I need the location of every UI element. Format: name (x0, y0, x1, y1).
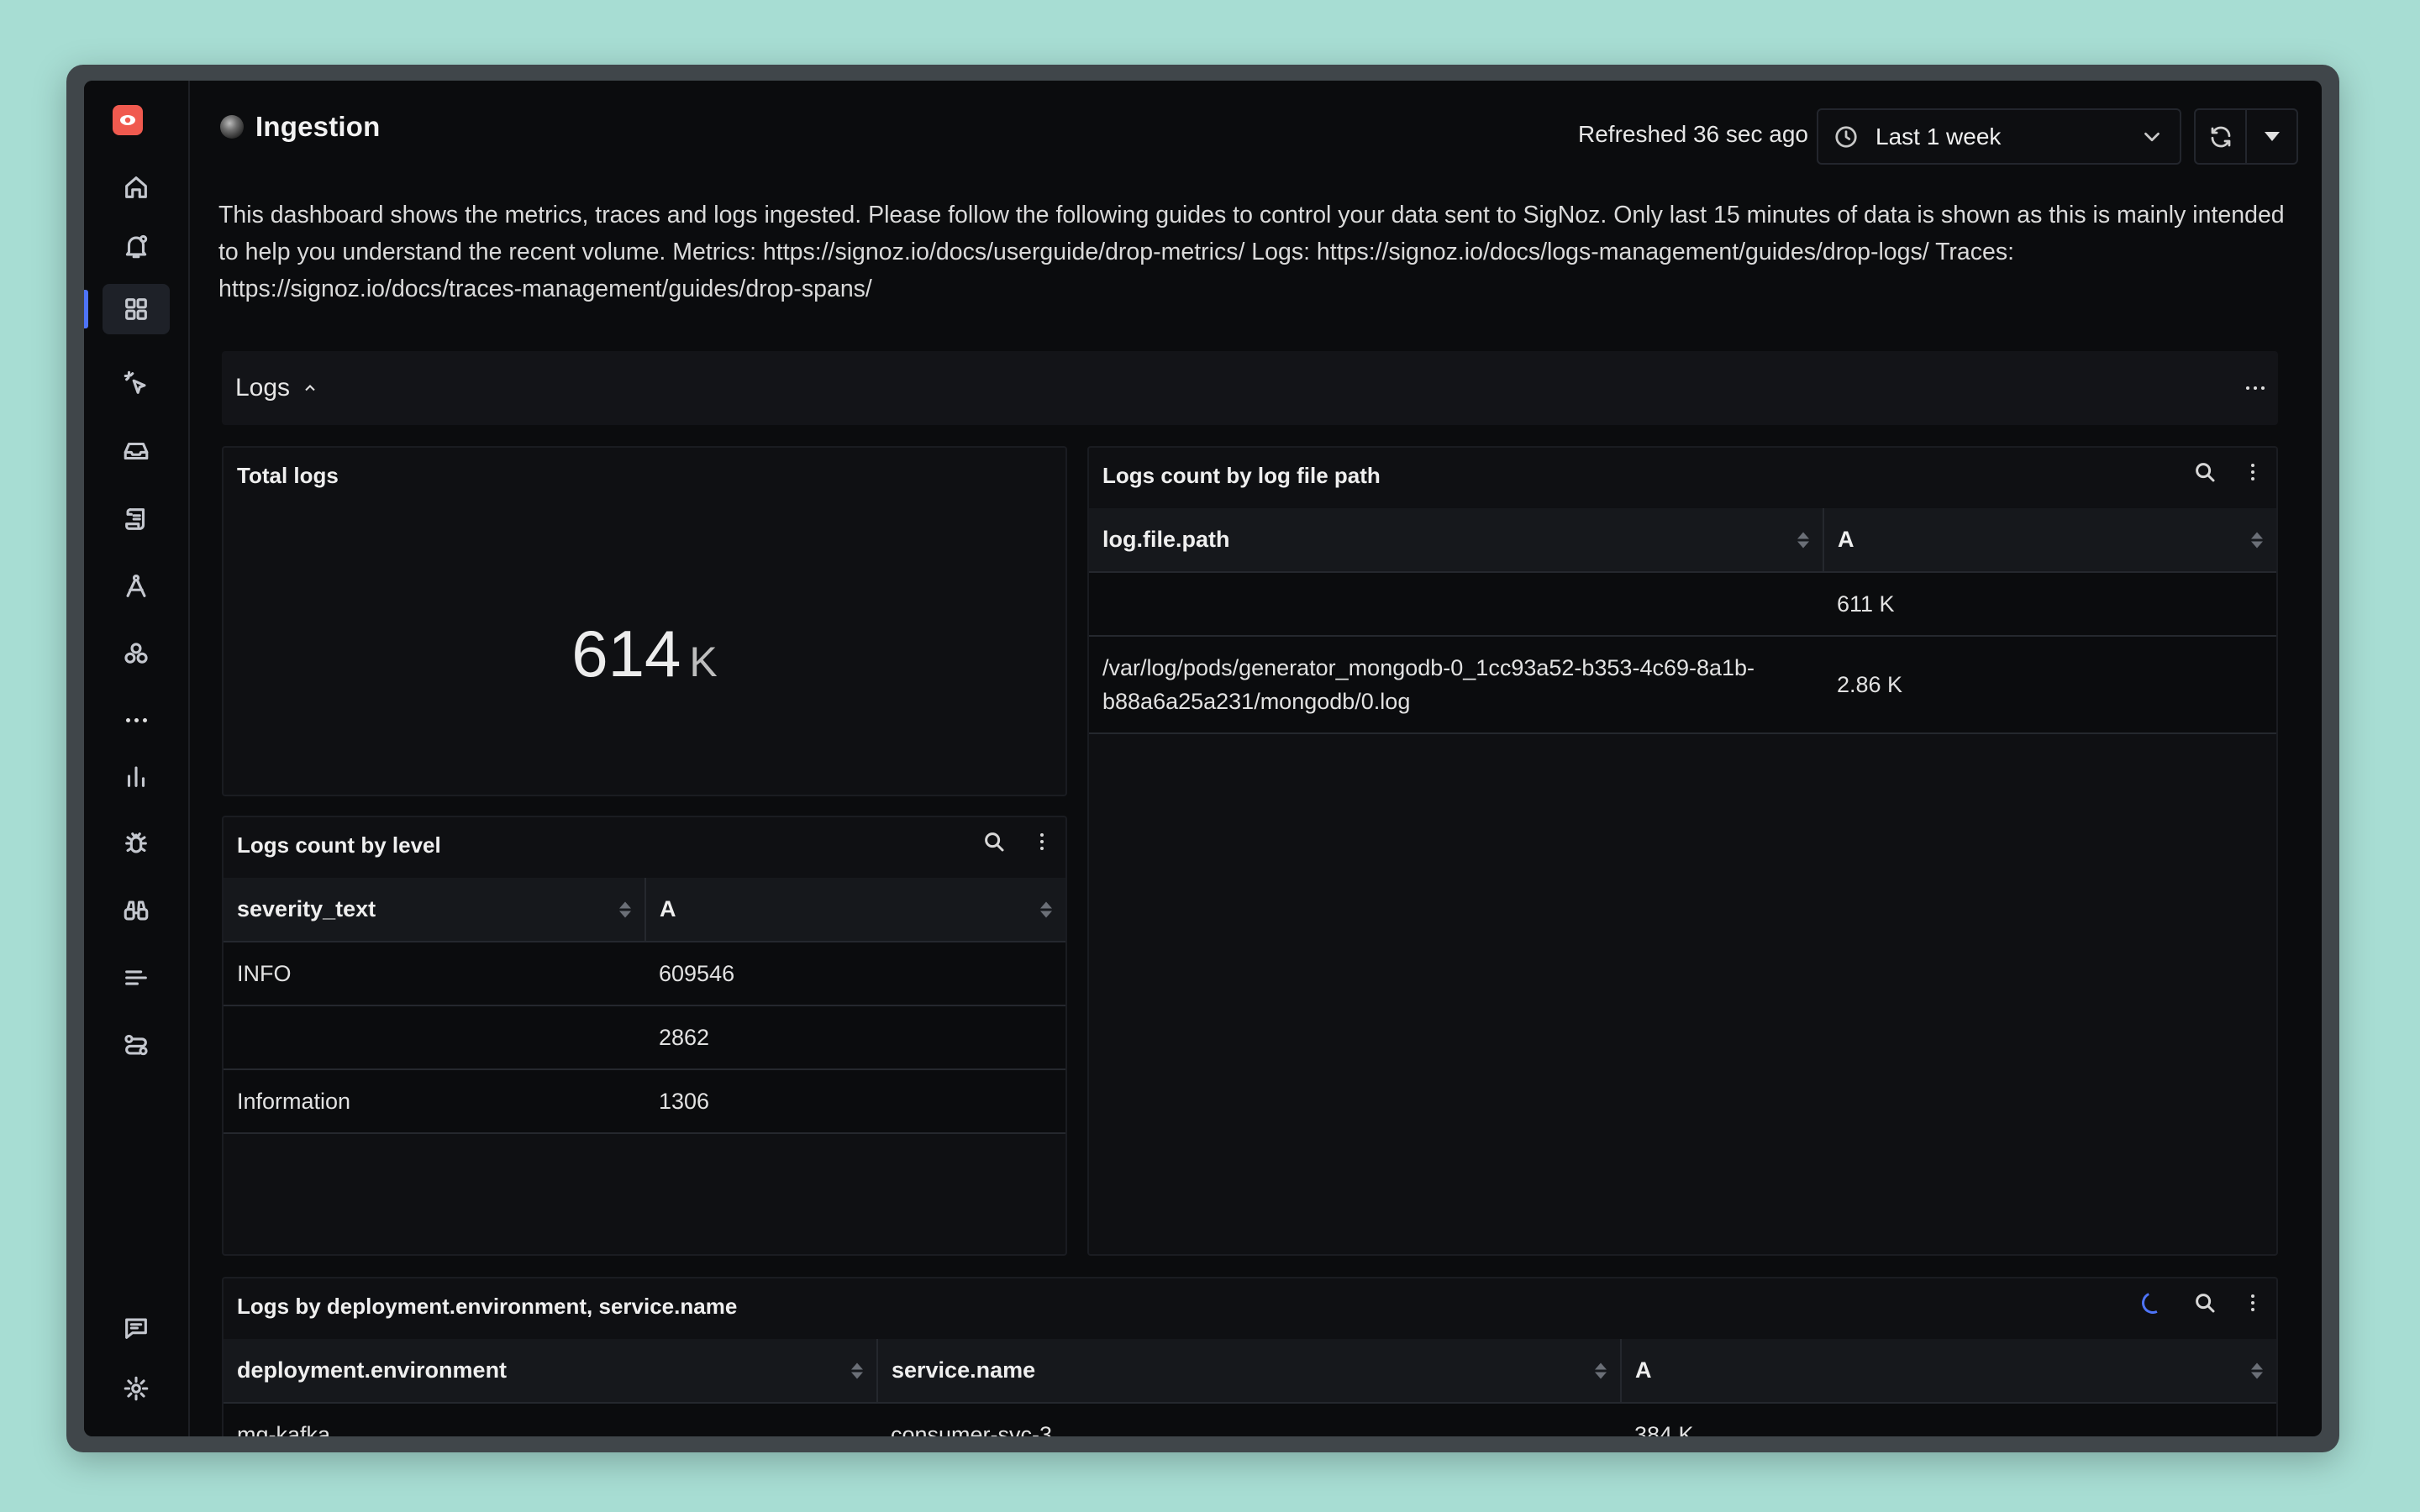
active-indicator (84, 290, 88, 328)
refresh-group (2194, 108, 2298, 165)
dashboard-description: This dashboard shows the metrics, traces… (218, 202, 2285, 302)
clock-icon (1835, 125, 1857, 148)
table-row: Information 1306 (224, 1069, 1065, 1134)
refreshed-status: Refreshed 36 sec ago (1578, 121, 1808, 147)
sort-icon[interactable] (2251, 532, 2263, 548)
sort-icon[interactable] (2251, 1362, 2263, 1378)
more-vertical-icon[interactable] (1035, 833, 1049, 850)
alert-bell-icon[interactable] (103, 221, 170, 271)
section-title: Logs (235, 374, 291, 402)
panel-total-logs[interactable]: Total logs 614 K (222, 446, 1067, 796)
panel-title: Logs by deployment.environment, service.… (237, 1294, 738, 1319)
column-header[interactable]: severity_text (224, 878, 645, 942)
panel-title: Logs count by level (237, 832, 441, 858)
loading-spinner-icon (2139, 1289, 2167, 1317)
section-row-logs[interactable]: Logs (222, 351, 2278, 425)
table-cell: consumer-svc-3 (877, 1403, 1621, 1436)
value-unit: K (689, 638, 718, 685)
refresh-button[interactable] (2196, 110, 2245, 163)
level-table: severity_text A INFO 609546 2862 Informa… (224, 878, 1065, 1134)
search-icon[interactable] (2192, 1290, 2217, 1315)
signoz-logo[interactable] (113, 105, 143, 135)
table-cell: 2862 (645, 1005, 1065, 1070)
sort-icon[interactable] (1797, 532, 1809, 548)
column-header[interactable]: A (1620, 1339, 2276, 1404)
sort-icon[interactable] (1040, 901, 1052, 917)
table-row: 611 K (1089, 572, 2276, 637)
binoculars-icon[interactable] (103, 885, 170, 936)
panel-logs-by-level[interactable]: Logs count by level severity_text A INFO… (222, 816, 1067, 1256)
table-row: /var/log/pods/generator_mongodb-0_1cc93a… (1089, 636, 2276, 734)
column-header[interactable]: A (644, 878, 1065, 942)
app-window: Ingestion Refreshed 36 sec ago Last 1 we… (84, 81, 2322, 1436)
compass-icon[interactable] (103, 561, 170, 612)
caret-down-icon (2264, 132, 2280, 141)
panel-logs-by-deployment[interactable]: Logs by deployment.environment, service.… (222, 1277, 2278, 1436)
total-logs-value: 614 K (224, 616, 1065, 692)
value-number: 614 (571, 617, 681, 690)
chevron-up-icon[interactable] (302, 380, 318, 396)
more-vertical-icon[interactable] (2246, 1294, 2260, 1311)
chevron-down-icon (2144, 132, 2160, 141)
time-range-label: Last 1 week (1876, 123, 2002, 150)
panel-actions (2139, 1289, 2260, 1317)
refresh-icon (2211, 126, 2230, 147)
column-header[interactable]: A (1823, 508, 2276, 573)
route-icon[interactable] (103, 1020, 170, 1070)
sort-icon[interactable] (619, 901, 631, 917)
sort-icon[interactable] (851, 1362, 863, 1378)
inbox-icon[interactable] (103, 426, 170, 476)
table-cell: INFO (224, 942, 645, 1006)
deployment-table: deployment.environment service.name A mq… (224, 1339, 2276, 1436)
refresh-interval-dropdown[interactable] (2245, 110, 2296, 163)
panel-title: Total logs (237, 463, 339, 488)
table-cell: 2.86 K (1823, 636, 2276, 734)
table-cell: 384 K (1621, 1403, 2276, 1436)
table-cell (1089, 572, 1823, 637)
dashboard-avatar-icon (220, 115, 244, 139)
table-row: 2862 (224, 1005, 1065, 1070)
panel-actions (981, 829, 1049, 854)
panel-logs-by-file-path[interactable]: Logs count by log file path log.file.pat… (1087, 446, 2278, 1256)
title-wrap: Ingestion (220, 111, 380, 143)
home-icon[interactable] (103, 162, 170, 213)
file-path-table: log.file.path A 611 K /var/log/pods/gene… (1089, 508, 2276, 734)
column-header[interactable]: service.name (876, 1339, 1621, 1404)
settings-icon[interactable] (103, 1363, 170, 1414)
more-vertical-icon[interactable] (2246, 464, 2260, 480)
sidebar (84, 81, 190, 1436)
page-title: Ingestion (255, 111, 381, 142)
message-icon[interactable] (103, 1303, 170, 1353)
table-cell: mq-kafka (224, 1403, 877, 1436)
panel-title: Logs count by log file path (1102, 463, 1381, 488)
bug-icon[interactable] (103, 818, 170, 869)
list-filter-icon[interactable] (103, 953, 170, 1003)
sparkle-cursor-icon[interactable] (103, 358, 170, 408)
table-row: INFO 609546 (224, 942, 1065, 1006)
dashboard-grid-icon[interactable] (103, 284, 170, 334)
cluster-icon[interactable] (103, 629, 170, 680)
sort-icon[interactable] (1595, 1362, 1607, 1378)
table-cell: 609546 (645, 942, 1065, 1006)
table-cell: 611 K (1823, 572, 2276, 637)
time-range-select[interactable]: Last 1 week (1817, 108, 2181, 165)
main-content: Ingestion Refreshed 36 sec ago Last 1 we… (192, 81, 2322, 1436)
column-header[interactable]: deployment.environment (224, 1339, 877, 1404)
eye-icon (120, 115, 135, 125)
dashboard-header: Ingestion Refreshed 36 sec ago Last 1 we… (192, 81, 2322, 188)
table-cell: /var/log/pods/generator_mongodb-0_1cc93a… (1089, 636, 1823, 734)
section-more-icon[interactable] (2246, 386, 2265, 390)
table-cell: Information (224, 1069, 645, 1134)
table-cell (224, 1005, 645, 1070)
search-icon[interactable] (981, 829, 1007, 854)
table-cell: 1306 (645, 1069, 1065, 1134)
column-header[interactable]: log.file.path (1089, 508, 1823, 573)
search-icon[interactable] (2192, 459, 2217, 485)
table-row: mq-kafka consumer-svc-3 384 K (224, 1403, 2276, 1436)
scroll-icon[interactable] (103, 494, 170, 544)
more-dots-icon[interactable] (103, 695, 170, 745)
panel-actions (2192, 459, 2260, 485)
bar-chart-icon[interactable] (103, 751, 170, 801)
